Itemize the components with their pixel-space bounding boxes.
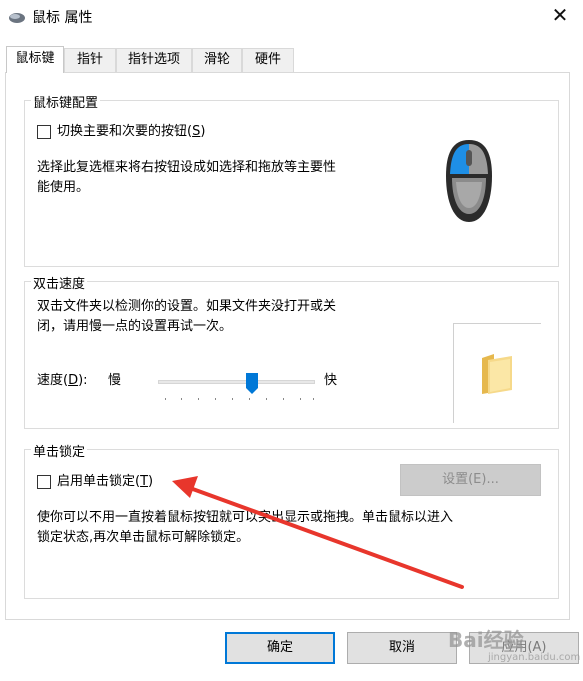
- annotation-arrow: [172, 476, 464, 589]
- watermark-brand: Bai经验: [448, 628, 524, 652]
- watermark-url: jingyan.baidu.com: [488, 652, 581, 663]
- cancel-button[interactable]: 取消: [347, 632, 457, 664]
- ok-button[interactable]: 确定: [225, 632, 335, 664]
- tab-buttons[interactable]: 鼠标键: [6, 46, 64, 73]
